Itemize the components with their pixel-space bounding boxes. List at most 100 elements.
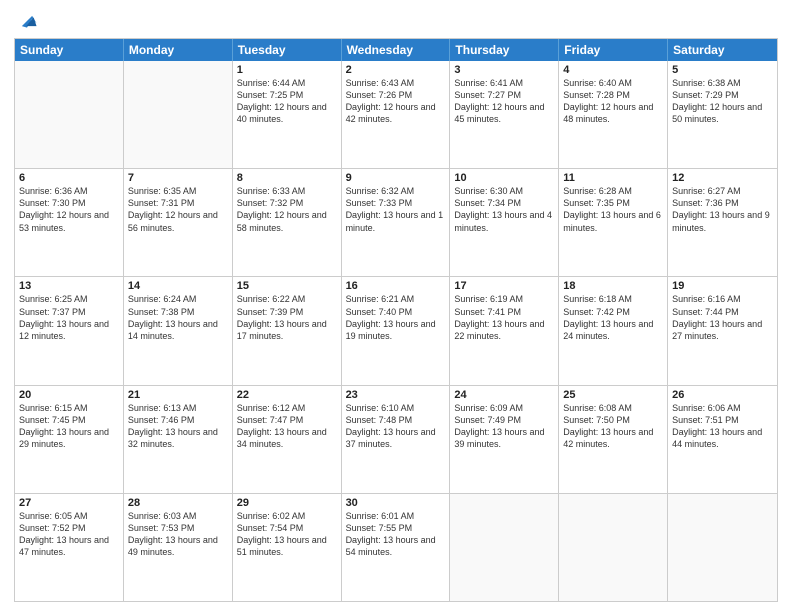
sun-info: Sunrise: 6:28 AM Sunset: 7:35 PM Dayligh… bbox=[563, 185, 663, 234]
day-cell-5: 5Sunrise: 6:38 AM Sunset: 7:29 PM Daylig… bbox=[668, 61, 777, 168]
day-number: 11 bbox=[563, 172, 663, 184]
sun-info: Sunrise: 6:10 AM Sunset: 7:48 PM Dayligh… bbox=[346, 402, 446, 451]
day-cell-9: 9Sunrise: 6:32 AM Sunset: 7:33 PM Daylig… bbox=[342, 169, 451, 276]
sun-info: Sunrise: 6:22 AM Sunset: 7:39 PM Dayligh… bbox=[237, 293, 337, 342]
empty-cell bbox=[559, 494, 668, 601]
day-cell-2: 2Sunrise: 6:43 AM Sunset: 7:26 PM Daylig… bbox=[342, 61, 451, 168]
logo-icon bbox=[16, 10, 38, 32]
day-number: 16 bbox=[346, 280, 446, 292]
day-number: 22 bbox=[237, 389, 337, 401]
day-cell-21: 21Sunrise: 6:13 AM Sunset: 7:46 PM Dayli… bbox=[124, 386, 233, 493]
day-number: 12 bbox=[672, 172, 773, 184]
day-cell-16: 16Sunrise: 6:21 AM Sunset: 7:40 PM Dayli… bbox=[342, 277, 451, 384]
header bbox=[14, 10, 778, 32]
day-number: 14 bbox=[128, 280, 228, 292]
day-cell-18: 18Sunrise: 6:18 AM Sunset: 7:42 PM Dayli… bbox=[559, 277, 668, 384]
header-cell-sunday: Sunday bbox=[15, 39, 124, 61]
header-cell-friday: Friday bbox=[559, 39, 668, 61]
day-number: 8 bbox=[237, 172, 337, 184]
day-number: 9 bbox=[346, 172, 446, 184]
day-number: 24 bbox=[454, 389, 554, 401]
day-cell-19: 19Sunrise: 6:16 AM Sunset: 7:44 PM Dayli… bbox=[668, 277, 777, 384]
sun-info: Sunrise: 6:27 AM Sunset: 7:36 PM Dayligh… bbox=[672, 185, 773, 234]
day-number: 28 bbox=[128, 497, 228, 509]
day-cell-27: 27Sunrise: 6:05 AM Sunset: 7:52 PM Dayli… bbox=[15, 494, 124, 601]
day-number: 7 bbox=[128, 172, 228, 184]
day-number: 27 bbox=[19, 497, 119, 509]
sun-info: Sunrise: 6:33 AM Sunset: 7:32 PM Dayligh… bbox=[237, 185, 337, 234]
calendar-row-0: 1Sunrise: 6:44 AM Sunset: 7:25 PM Daylig… bbox=[15, 61, 777, 169]
day-number: 4 bbox=[563, 64, 663, 76]
day-cell-13: 13Sunrise: 6:25 AM Sunset: 7:37 PM Dayli… bbox=[15, 277, 124, 384]
empty-cell bbox=[124, 61, 233, 168]
sun-info: Sunrise: 6:15 AM Sunset: 7:45 PM Dayligh… bbox=[19, 402, 119, 451]
day-number: 30 bbox=[346, 497, 446, 509]
sun-info: Sunrise: 6:36 AM Sunset: 7:30 PM Dayligh… bbox=[19, 185, 119, 234]
sun-info: Sunrise: 6:03 AM Sunset: 7:53 PM Dayligh… bbox=[128, 510, 228, 559]
day-number: 29 bbox=[237, 497, 337, 509]
sun-info: Sunrise: 6:12 AM Sunset: 7:47 PM Dayligh… bbox=[237, 402, 337, 451]
day-cell-17: 17Sunrise: 6:19 AM Sunset: 7:41 PM Dayli… bbox=[450, 277, 559, 384]
sun-info: Sunrise: 6:40 AM Sunset: 7:28 PM Dayligh… bbox=[563, 77, 663, 126]
sun-info: Sunrise: 6:25 AM Sunset: 7:37 PM Dayligh… bbox=[19, 293, 119, 342]
sun-info: Sunrise: 6:30 AM Sunset: 7:34 PM Dayligh… bbox=[454, 185, 554, 234]
day-cell-7: 7Sunrise: 6:35 AM Sunset: 7:31 PM Daylig… bbox=[124, 169, 233, 276]
sun-info: Sunrise: 6:18 AM Sunset: 7:42 PM Dayligh… bbox=[563, 293, 663, 342]
header-cell-saturday: Saturday bbox=[668, 39, 777, 61]
day-cell-26: 26Sunrise: 6:06 AM Sunset: 7:51 PM Dayli… bbox=[668, 386, 777, 493]
header-cell-thursday: Thursday bbox=[450, 39, 559, 61]
day-cell-11: 11Sunrise: 6:28 AM Sunset: 7:35 PM Dayli… bbox=[559, 169, 668, 276]
day-cell-15: 15Sunrise: 6:22 AM Sunset: 7:39 PM Dayli… bbox=[233, 277, 342, 384]
sun-info: Sunrise: 6:41 AM Sunset: 7:27 PM Dayligh… bbox=[454, 77, 554, 126]
empty-cell bbox=[450, 494, 559, 601]
day-number: 1 bbox=[237, 64, 337, 76]
header-cell-wednesday: Wednesday bbox=[342, 39, 451, 61]
calendar-row-4: 27Sunrise: 6:05 AM Sunset: 7:52 PM Dayli… bbox=[15, 494, 777, 601]
day-number: 3 bbox=[454, 64, 554, 76]
day-number: 6 bbox=[19, 172, 119, 184]
day-cell-1: 1Sunrise: 6:44 AM Sunset: 7:25 PM Daylig… bbox=[233, 61, 342, 168]
sun-info: Sunrise: 6:44 AM Sunset: 7:25 PM Dayligh… bbox=[237, 77, 337, 126]
day-cell-8: 8Sunrise: 6:33 AM Sunset: 7:32 PM Daylig… bbox=[233, 169, 342, 276]
day-number: 17 bbox=[454, 280, 554, 292]
day-cell-29: 29Sunrise: 6:02 AM Sunset: 7:54 PM Dayli… bbox=[233, 494, 342, 601]
header-cell-tuesday: Tuesday bbox=[233, 39, 342, 61]
calendar-row-1: 6Sunrise: 6:36 AM Sunset: 7:30 PM Daylig… bbox=[15, 169, 777, 277]
day-cell-12: 12Sunrise: 6:27 AM Sunset: 7:36 PM Dayli… bbox=[668, 169, 777, 276]
day-cell-10: 10Sunrise: 6:30 AM Sunset: 7:34 PM Dayli… bbox=[450, 169, 559, 276]
day-cell-25: 25Sunrise: 6:08 AM Sunset: 7:50 PM Dayli… bbox=[559, 386, 668, 493]
day-number: 26 bbox=[672, 389, 773, 401]
calendar-row-3: 20Sunrise: 6:15 AM Sunset: 7:45 PM Dayli… bbox=[15, 386, 777, 494]
sun-info: Sunrise: 6:09 AM Sunset: 7:49 PM Dayligh… bbox=[454, 402, 554, 451]
day-cell-3: 3Sunrise: 6:41 AM Sunset: 7:27 PM Daylig… bbox=[450, 61, 559, 168]
day-cell-28: 28Sunrise: 6:03 AM Sunset: 7:53 PM Dayli… bbox=[124, 494, 233, 601]
sun-info: Sunrise: 6:01 AM Sunset: 7:55 PM Dayligh… bbox=[346, 510, 446, 559]
sun-info: Sunrise: 6:24 AM Sunset: 7:38 PM Dayligh… bbox=[128, 293, 228, 342]
calendar-header-row: SundayMondayTuesdayWednesdayThursdayFrid… bbox=[15, 39, 777, 61]
day-cell-4: 4Sunrise: 6:40 AM Sunset: 7:28 PM Daylig… bbox=[559, 61, 668, 168]
day-number: 19 bbox=[672, 280, 773, 292]
day-number: 15 bbox=[237, 280, 337, 292]
empty-cell bbox=[15, 61, 124, 168]
day-number: 10 bbox=[454, 172, 554, 184]
day-number: 20 bbox=[19, 389, 119, 401]
sun-info: Sunrise: 6:05 AM Sunset: 7:52 PM Dayligh… bbox=[19, 510, 119, 559]
sun-info: Sunrise: 6:16 AM Sunset: 7:44 PM Dayligh… bbox=[672, 293, 773, 342]
day-number: 18 bbox=[563, 280, 663, 292]
sun-info: Sunrise: 6:02 AM Sunset: 7:54 PM Dayligh… bbox=[237, 510, 337, 559]
day-cell-23: 23Sunrise: 6:10 AM Sunset: 7:48 PM Dayli… bbox=[342, 386, 451, 493]
sun-info: Sunrise: 6:08 AM Sunset: 7:50 PM Dayligh… bbox=[563, 402, 663, 451]
sun-info: Sunrise: 6:13 AM Sunset: 7:46 PM Dayligh… bbox=[128, 402, 228, 451]
day-number: 23 bbox=[346, 389, 446, 401]
calendar-body: 1Sunrise: 6:44 AM Sunset: 7:25 PM Daylig… bbox=[15, 61, 777, 601]
sun-info: Sunrise: 6:21 AM Sunset: 7:40 PM Dayligh… bbox=[346, 293, 446, 342]
day-number: 21 bbox=[128, 389, 228, 401]
sun-info: Sunrise: 6:35 AM Sunset: 7:31 PM Dayligh… bbox=[128, 185, 228, 234]
day-cell-14: 14Sunrise: 6:24 AM Sunset: 7:38 PM Dayli… bbox=[124, 277, 233, 384]
page: SundayMondayTuesdayWednesdayThursdayFrid… bbox=[0, 0, 792, 612]
sun-info: Sunrise: 6:06 AM Sunset: 7:51 PM Dayligh… bbox=[672, 402, 773, 451]
sun-info: Sunrise: 6:43 AM Sunset: 7:26 PM Dayligh… bbox=[346, 77, 446, 126]
day-number: 25 bbox=[563, 389, 663, 401]
sun-info: Sunrise: 6:38 AM Sunset: 7:29 PM Dayligh… bbox=[672, 77, 773, 126]
logo bbox=[14, 10, 38, 32]
